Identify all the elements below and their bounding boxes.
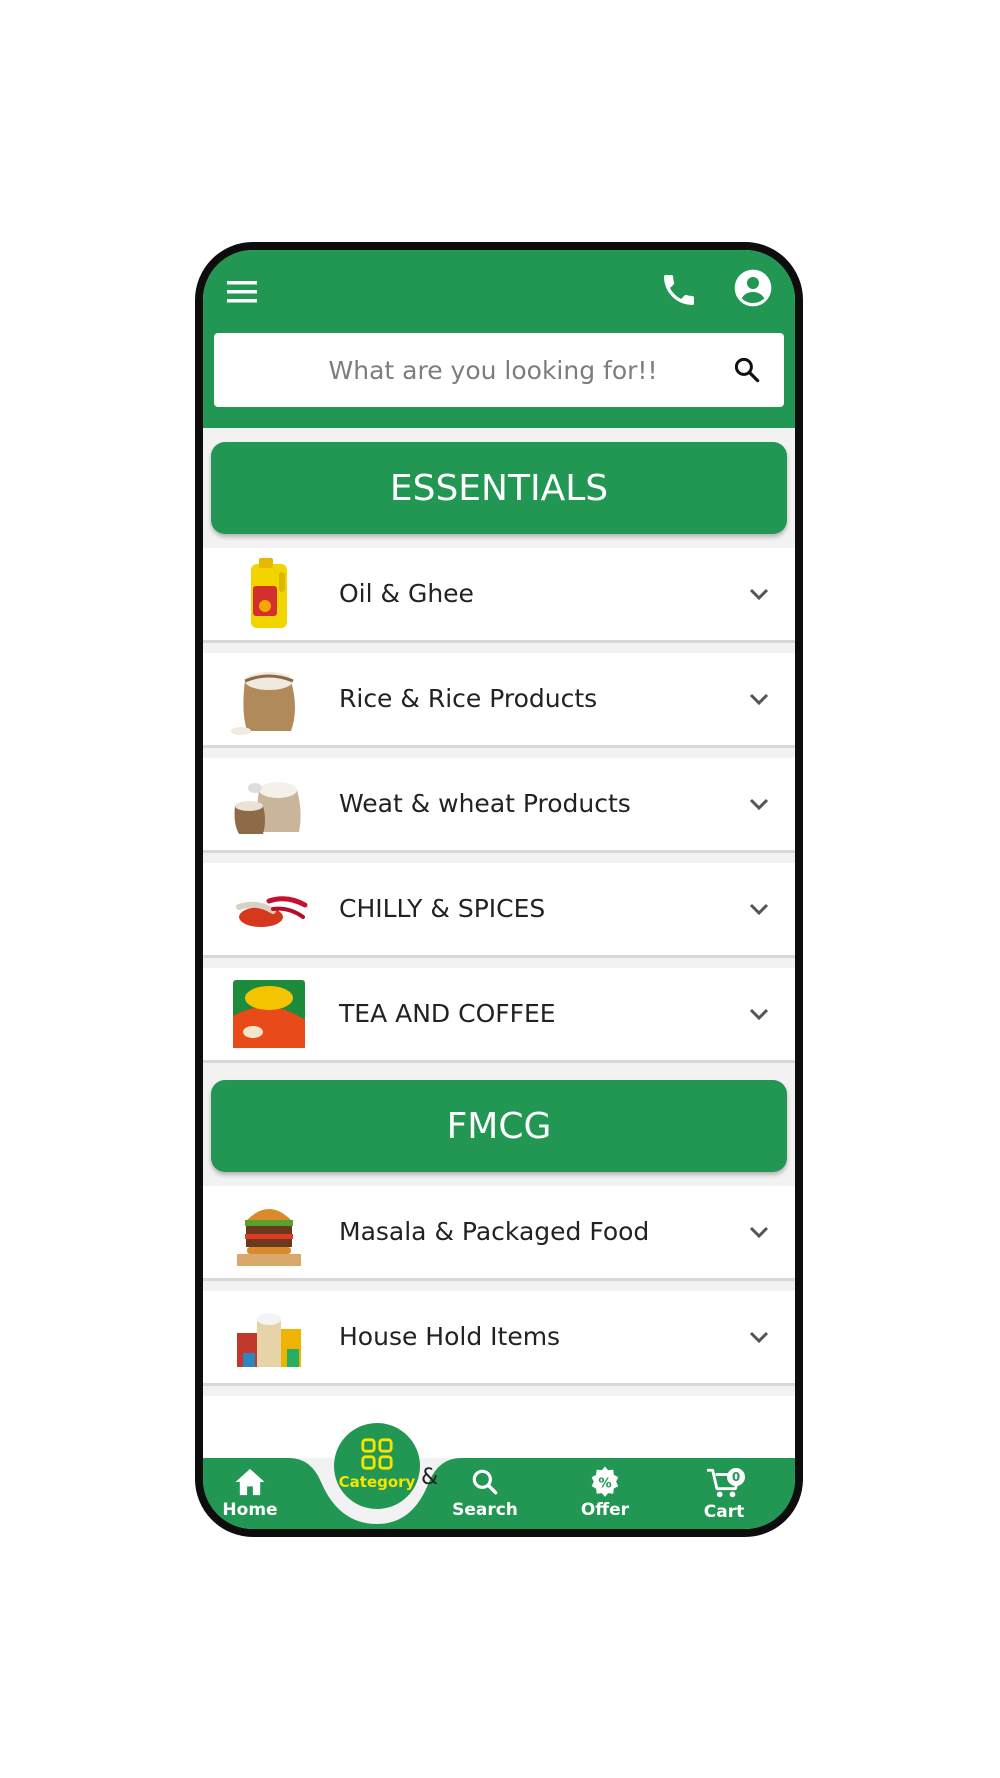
search-icon[interactable] <box>732 355 762 385</box>
category-list: ESSENTIALS Oil & Ghee Rice & Rice Produc… <box>203 428 795 1458</box>
nav-cart[interactable]: 0 Cart <box>679 1466 769 1529</box>
category-row-tea-coffee[interactable]: TEA AND COFFEE <box>203 968 795 1063</box>
account-circle-icon[interactable] <box>733 268 773 308</box>
nav-search[interactable]: Search <box>440 1466 530 1529</box>
category-row-wheat[interactable]: Weat & wheat Products <box>203 758 795 853</box>
nav-category-label: Category <box>338 1473 416 1491</box>
home-icon <box>235 1468 265 1496</box>
category-label: Rice & Rice Products <box>339 684 598 713</box>
hamburger-menu-icon[interactable] <box>227 278 259 306</box>
app-header <box>203 250 795 428</box>
chevron-down-icon[interactable] <box>748 1004 770 1024</box>
burger-image <box>229 1194 309 1270</box>
nav-cart-label: Cart <box>703 1502 745 1522</box>
category-row-household[interactable]: House Hold Items <box>203 1291 795 1386</box>
bottom-navigation: Home Search % Offer 0 Cart <box>203 1458 795 1529</box>
household-items-image <box>229 1299 309 1375</box>
nav-offer-label: Offer <box>580 1500 630 1520</box>
chevron-down-icon[interactable] <box>748 794 770 814</box>
svg-text:%: % <box>598 1476 611 1491</box>
tea-pack-image <box>229 976 309 1052</box>
section-header-essentials: ESSENTIALS <box>211 442 787 534</box>
category-row-masala[interactable]: Masala & Packaged Food <box>203 1186 795 1281</box>
search-icon <box>472 1469 498 1495</box>
category-row-oil-ghee[interactable]: Oil & Ghee <box>203 548 795 643</box>
search-bar <box>214 333 784 407</box>
chevron-down-icon[interactable] <box>748 584 770 604</box>
cart-count-badge: 0 <box>727 1468 745 1486</box>
chevron-down-icon[interactable] <box>748 1327 770 1347</box>
wheat-flour-image <box>229 766 309 842</box>
category-label: TEA AND COFFEE <box>339 999 556 1028</box>
section-title: ESSENTIALS <box>389 467 609 509</box>
chevron-down-icon[interactable] <box>748 689 770 709</box>
category-row-partial <box>203 1396 795 1458</box>
category-label: House Hold Items <box>339 1322 561 1351</box>
section-title: FMCG <box>446 1105 552 1147</box>
nav-home[interactable]: Home <box>205 1466 295 1529</box>
category-label: Oil & Ghee <box>339 579 474 608</box>
grid-category-icon <box>361 1438 393 1470</box>
nav-category-button[interactable]: Category <box>334 1423 420 1509</box>
category-label: Masala & Packaged Food <box>339 1217 650 1246</box>
category-label: CHILLY & SPICES <box>339 894 546 923</box>
chilli-spice-image <box>229 871 309 947</box>
chevron-down-icon[interactable] <box>748 899 770 919</box>
chevron-down-icon[interactable] <box>748 1222 770 1242</box>
category-label: Weat & wheat Products <box>339 789 631 818</box>
phone-frame: ESSENTIALS Oil & Ghee <box>195 242 803 1537</box>
nav-search-label: Search <box>452 1500 518 1520</box>
rice-sack-image <box>229 661 309 737</box>
nav-offer[interactable]: % Offer <box>560 1466 650 1529</box>
category-row-rice[interactable]: Rice & Rice Products <box>203 653 795 748</box>
oil-can-image <box>229 556 309 632</box>
nav-home-label: Home <box>222 1500 278 1520</box>
search-input[interactable] <box>214 333 714 407</box>
stray-text: & <box>421 1465 439 1490</box>
offer-badge-icon: % <box>591 1466 619 1497</box>
section-header-fmcg: FMCG <box>211 1080 787 1172</box>
phone-icon[interactable] <box>659 270 699 310</box>
category-row-chilly-spices[interactable]: CHILLY & SPICES <box>203 863 795 958</box>
